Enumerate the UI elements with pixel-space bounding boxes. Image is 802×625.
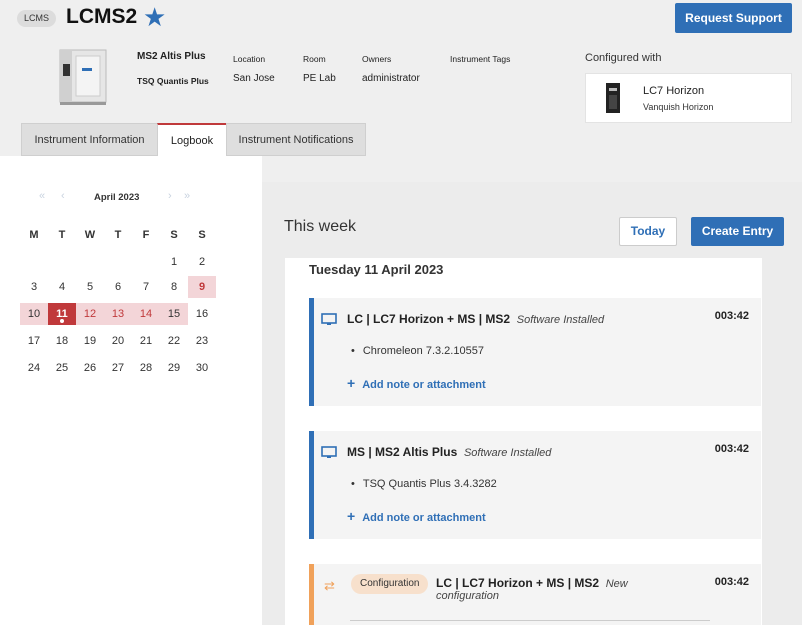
calendar-month: April 2023 xyxy=(94,192,140,203)
entry-status: New xyxy=(605,578,628,590)
entry-title: MS | MS2 Altis Plus Software Installed xyxy=(347,445,552,459)
calendar-day[interactable]: 5 xyxy=(76,276,104,298)
entry-detail: Chromeleon 7.3.2.10557 xyxy=(351,345,484,357)
entry-time: 003:42 xyxy=(714,443,749,455)
calendar-day[interactable]: 14 xyxy=(132,303,160,325)
instrument-tags-label: Instrument Tags xyxy=(450,54,511,64)
calendar-day[interactable]: 3 xyxy=(20,276,48,298)
instrument-software: TSQ Quantis Plus xyxy=(137,76,209,86)
entry-time: 003:42 xyxy=(714,310,749,322)
tab-instrument-notifications[interactable]: Instrument Notifications xyxy=(226,123,366,156)
configured-instrument-card[interactable]: LC7 Horizon Vanquish Horizon xyxy=(585,73,792,123)
dow-sat: S xyxy=(170,229,178,241)
calendar-day[interactable]: 8 xyxy=(160,276,188,298)
dow-mon: M xyxy=(29,229,39,241)
calendar-day[interactable]: 25 xyxy=(48,357,76,379)
logbook-entry[interactable]: LC | LC7 Horizon + MS | MS2 Software Ins… xyxy=(309,298,761,406)
calendar-day[interactable]: 29 xyxy=(160,357,188,379)
entry-status-continued: configuration xyxy=(436,590,499,602)
calendar-day[interactable]: 9 xyxy=(188,276,216,298)
calendar-day[interactable]: 4 xyxy=(48,276,76,298)
calendar-day[interactable]: 20 xyxy=(104,330,132,352)
configured-with-label: Configured with xyxy=(585,52,662,64)
plus-icon: + xyxy=(347,508,356,524)
instrument-name: MS2 Altis Plus xyxy=(137,51,206,62)
request-support-button[interactable]: Request Support xyxy=(675,3,792,33)
create-entry-button[interactable]: Create Entry xyxy=(691,217,784,246)
category-badge: LCMS xyxy=(17,10,57,27)
calendar-day[interactable]: 1 xyxy=(160,251,188,273)
calendar-day[interactable]: 24 xyxy=(20,357,48,379)
owners-value: administrator xyxy=(362,73,420,84)
configuration-badge: Configuration xyxy=(351,574,429,594)
page-title: LCMS2 xyxy=(66,5,138,28)
owners-label: Owners xyxy=(362,54,392,64)
dow-tue: T xyxy=(58,229,66,241)
entry-status: Software Installed xyxy=(516,314,605,326)
logbook-entry-configuration[interactable]: ⇄ Configuration LC | LC7 Horizon + MS | … xyxy=(309,564,761,625)
instrument-image xyxy=(59,49,107,105)
prev-year-icon[interactable]: « xyxy=(39,190,45,202)
today-button[interactable]: Today xyxy=(619,217,677,246)
swap-icon: ⇄ xyxy=(324,578,335,593)
entry-time: 003:42 xyxy=(714,576,749,588)
entry-title: LC | LC7 Horizon + MS | MS2 New xyxy=(436,576,628,590)
calendar-day-today[interactable]: 11 xyxy=(48,303,76,325)
calendar-day[interactable]: 26 xyxy=(76,357,104,379)
calendar-day[interactable]: 30 xyxy=(188,357,216,379)
calendar-day[interactable]: 23 xyxy=(188,330,216,352)
calendar-day[interactable]: 19 xyxy=(76,330,104,352)
calendar-day[interactable]: 28 xyxy=(132,357,160,379)
calendar-day[interactable]: 18 xyxy=(48,330,76,352)
next-year-icon[interactable]: » xyxy=(184,190,190,202)
calendar-day[interactable]: 2 xyxy=(188,251,216,273)
favorite-star-icon[interactable]: ★ xyxy=(143,3,166,31)
logbook-entry[interactable]: MS | MS2 Altis Plus Software Installed 0… xyxy=(309,431,761,539)
instrument-header: LCMS LCMS2 ★ Request Support MS2 Altis P… xyxy=(0,0,802,156)
monitor-icon xyxy=(321,446,337,458)
week-title: This week xyxy=(284,218,357,235)
dow-thu: T xyxy=(114,229,122,241)
calendar-day[interactable]: 21 xyxy=(132,330,160,352)
dow-wed: W xyxy=(84,229,96,241)
calendar-day[interactable]: 12 xyxy=(76,303,104,325)
location-label: Location xyxy=(233,54,266,64)
calendar-day[interactable]: 7 xyxy=(132,276,160,298)
logbook-panel: This week Today Create Entry Tuesday 11 … xyxy=(262,182,802,625)
lc-instrument-icon xyxy=(606,83,620,113)
entry-detail: TSQ Quantis Plus 3.4.3282 xyxy=(351,478,497,490)
tab-logbook[interactable]: Logbook xyxy=(157,123,227,156)
configured-instrument-name: LC7 Horizon xyxy=(643,85,705,97)
add-note-link[interactable]: + Add note or attachment xyxy=(347,508,486,524)
calendar-day[interactable]: 16 xyxy=(188,303,216,325)
calendar-day[interactable]: 17 xyxy=(20,330,48,352)
calendar-panel: « ‹ April 2023 › » M T W T F S S 1 2 3 4… xyxy=(0,156,262,625)
monitor-icon xyxy=(321,313,337,325)
tab-instrument-information[interactable]: Instrument Information xyxy=(21,123,158,156)
calendar-day[interactable]: 15 xyxy=(160,303,188,325)
day-group: Tuesday 11 April 2023 LC | LC7 Horizon +… xyxy=(285,258,762,625)
configured-instrument-model: Vanquish Horizon xyxy=(643,102,714,112)
next-month-icon[interactable]: › xyxy=(168,190,172,202)
room-label: Room xyxy=(303,54,326,64)
divider xyxy=(350,620,710,621)
prev-month-icon[interactable]: ‹ xyxy=(61,190,65,202)
plus-icon: + xyxy=(347,375,356,391)
location-value: San Jose xyxy=(233,73,275,84)
dow-sun: S xyxy=(198,229,206,241)
room-value: PE Lab xyxy=(303,73,336,84)
add-note-link[interactable]: + Add note or attachment xyxy=(347,375,486,391)
calendar-day[interactable]: 22 xyxy=(160,330,188,352)
entry-title: LC | LC7 Horizon + MS | MS2 Software Ins… xyxy=(347,312,605,326)
calendar-day[interactable]: 27 xyxy=(104,357,132,379)
date-heading: Tuesday 11 April 2023 xyxy=(309,262,444,277)
entry-status: Software Installed xyxy=(463,447,552,459)
dow-fri: F xyxy=(142,229,150,241)
calendar-day[interactable]: 10 xyxy=(20,303,48,325)
calendar-day[interactable]: 13 xyxy=(104,303,132,325)
calendar-day[interactable]: 6 xyxy=(104,276,132,298)
